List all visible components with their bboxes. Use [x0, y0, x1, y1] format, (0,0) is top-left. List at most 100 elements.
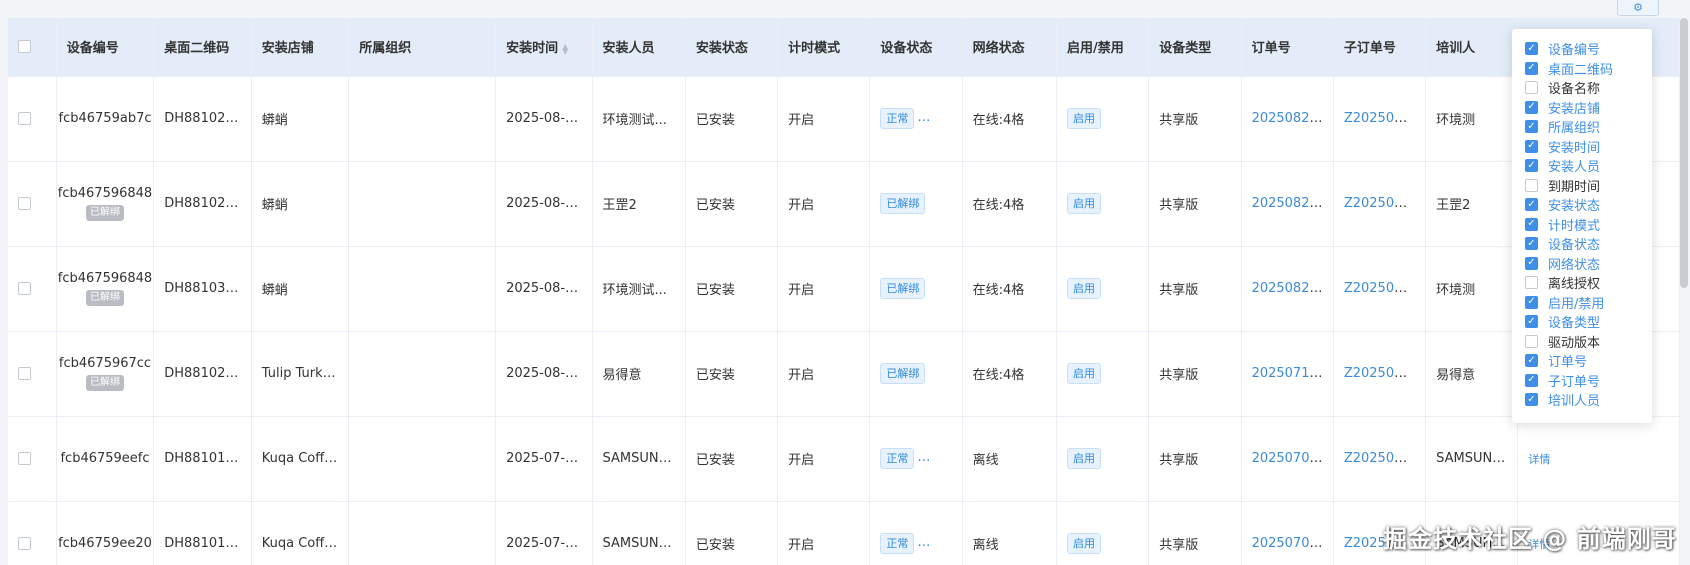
row-checkbox[interactable]	[18, 112, 31, 125]
cell-trainer: 易得意	[1425, 331, 1519, 417]
enable-tag[interactable]: 启用	[1067, 108, 1102, 129]
status-tag: 正常	[880, 448, 915, 469]
column-toggle-item[interactable]: 离线授权	[1525, 273, 1652, 293]
cell-install-time: 2025-08-20 16:05:54	[495, 331, 593, 417]
row-checkbox[interactable]	[18, 282, 31, 295]
column-toggle-checkbox[interactable]	[1525, 178, 1538, 192]
cell-sub-order-no-text[interactable]: Z2025070806	[1344, 451, 1425, 466]
enable-tag[interactable]: 启用	[1067, 533, 1102, 554]
column-toggle-checkbox[interactable]	[1525, 373, 1538, 387]
cell-network-text: 在线:4格	[972, 368, 1025, 383]
row-checkbox[interactable]	[18, 537, 31, 550]
enable-tag[interactable]: 启用	[1067, 193, 1102, 214]
header-org: 所属组织	[348, 18, 497, 77]
column-toggle-item[interactable]: 驱动版本	[1525, 332, 1652, 352]
column-toggle-checkbox[interactable]	[1525, 237, 1538, 251]
column-toggle-checkbox[interactable]	[1525, 334, 1538, 348]
cell-store: 蟒蛸	[251, 246, 350, 332]
cell-order-no-text[interactable]: 20250707101	[1252, 536, 1333, 551]
cell-order-no-text[interactable]: 20250827071	[1252, 196, 1333, 211]
column-toggle-item[interactable]: 到期时间	[1525, 176, 1652, 196]
cell-sub-order-no-text[interactable]: Z2025071901	[1344, 366, 1425, 381]
sort-icon[interactable]: ▲ ▼	[562, 42, 568, 55]
cell-enable: 启用	[1056, 161, 1150, 247]
status-tag: 已解绑	[880, 193, 926, 214]
cell-order-no-text[interactable]: 20250826061	[1252, 281, 1333, 296]
column-toggle-item[interactable]: 安装时间	[1525, 137, 1652, 157]
cell-qr-text: DH88102931	[164, 366, 251, 381]
column-toggle-checkbox[interactable]	[1525, 217, 1538, 231]
column-toggle-item[interactable]: 所属组织	[1525, 117, 1652, 137]
column-toggle-checkbox[interactable]	[1525, 159, 1538, 173]
cell-network-text: 在线:4格	[972, 113, 1025, 128]
cell-order-no-text[interactable]: 20250719015	[1252, 366, 1333, 381]
table-row[interactable]: fcb467596848 已解绑 DH88102959 蟒蛸 2025-08-27 15…	[8, 161, 1680, 247]
header-install-time[interactable]: 安装时间 ▲ ▼	[495, 18, 593, 77]
cell-timer-mode-text: 开启	[788, 368, 815, 383]
cell-trainer-text: 环境测	[1436, 283, 1476, 298]
column-toggle-checkbox[interactable]	[1525, 354, 1538, 368]
cell-order-no-text[interactable]: 20250707101	[1252, 451, 1333, 466]
column-toggle-checkbox[interactable]	[1525, 100, 1538, 114]
row-checkbox[interactable]	[18, 197, 31, 210]
enable-tag[interactable]: 启用	[1067, 448, 1102, 469]
column-toggle-checkbox[interactable]	[1525, 393, 1538, 407]
column-toggle-item[interactable]: 计时模式	[1525, 215, 1652, 235]
table-row[interactable]: fcb4675967cc 已解绑 DH88102931 Tulip Turkis...…	[8, 331, 1680, 417]
column-toggle-item[interactable]: 网络状态	[1525, 254, 1652, 274]
column-toggle-checkbox[interactable]	[1525, 120, 1538, 134]
cell-order-no-text[interactable]: 20250829065	[1252, 111, 1333, 126]
cell-installer: 易得意	[592, 331, 686, 417]
header-enable: 启用/禁用	[1056, 18, 1150, 77]
cell-sub-order-no: Z2025082707	[1333, 161, 1427, 247]
column-toggle-item[interactable]: 设备编号	[1525, 39, 1652, 59]
cell-sub-order-no-text[interactable]: Z2025082707	[1344, 196, 1425, 211]
column-toggle-item[interactable]: 订单号	[1525, 351, 1652, 371]
column-toggle-item[interactable]: 设备状态	[1525, 234, 1652, 254]
column-toggle-label: 培训人员	[1548, 394, 1601, 410]
column-toggle-item[interactable]: 安装状态	[1525, 195, 1652, 215]
column-settings-button[interactable]: ⚙	[1617, 0, 1659, 16]
table-row[interactable]: fcb467596848 已解绑 DH88103025 蟒蛸 2025-08-26 15…	[8, 246, 1680, 332]
enable-tag[interactable]: 启用	[1067, 278, 1102, 299]
column-toggle-item[interactable]: 子订单号	[1525, 371, 1652, 391]
cell-sub-order-no-text[interactable]: Z2025082606	[1344, 281, 1425, 296]
column-toggle-checkbox[interactable]	[1525, 198, 1538, 212]
cell-network: 离线	[962, 501, 1058, 565]
cell-installer-text: 环境测试...	[602, 113, 667, 128]
select-all-checkbox[interactable]	[18, 40, 31, 54]
cell-sub-order-no: Z2025071901	[1333, 331, 1427, 417]
column-toggle-checkbox[interactable]	[1525, 81, 1538, 95]
table-row[interactable]: fcb46759eefc DH88101615 Kuqa Coffee 2025-07…	[8, 416, 1680, 502]
table-row[interactable]: fcb46759ab7c DH88102959 蟒蛸 2025-08-29 17:31…	[8, 76, 1680, 162]
cell-device-type: 共享版	[1148, 501, 1242, 565]
detail-link[interactable]: 详情	[1528, 453, 1550, 466]
column-toggle-label: 计时模式	[1548, 218, 1601, 234]
column-toggle-item[interactable]: 桌面二维码	[1525, 59, 1652, 79]
column-toggle-checkbox[interactable]	[1525, 295, 1538, 309]
cell-sub-order-no-text[interactable]: Z2025082906	[1344, 111, 1425, 126]
column-toggle-item[interactable]: 培训人员	[1525, 390, 1652, 410]
row-checkbox[interactable]	[18, 452, 31, 465]
column-toggle-checkbox[interactable]	[1525, 61, 1538, 75]
column-toggle-checkbox[interactable]	[1525, 139, 1538, 153]
column-toggle-checkbox[interactable]	[1525, 42, 1538, 56]
row-checkbox[interactable]	[18, 367, 31, 380]
cell-qr-text: DH88101615	[164, 451, 251, 466]
column-toggle-item[interactable]: 启用/禁用	[1525, 293, 1652, 313]
column-toggle-checkbox[interactable]	[1525, 315, 1538, 329]
column-toggle-item[interactable]: 安装店铺	[1525, 98, 1652, 118]
cell-device-status: 已解绑	[869, 246, 963, 332]
column-toggle-checkbox[interactable]	[1525, 256, 1538, 270]
cell-timer-mode-text: 开启	[788, 453, 815, 468]
column-toggle-item[interactable]: 设备名称	[1525, 78, 1652, 98]
column-toggle-checkbox[interactable]	[1525, 276, 1538, 290]
vertical-scrollbar[interactable]	[1680, 18, 1688, 288]
cell-store-text: 蟒蛸	[261, 198, 288, 213]
column-toggle-item[interactable]: 设备类型	[1525, 312, 1652, 332]
column-toggle-item[interactable]: 安装人员	[1525, 156, 1652, 176]
cell-device-status: 已解绑	[869, 161, 963, 247]
cell-qr: DH88103025	[153, 246, 252, 332]
cell-order-no: 20250829065	[1241, 76, 1334, 162]
enable-tag[interactable]: 启用	[1067, 363, 1102, 384]
